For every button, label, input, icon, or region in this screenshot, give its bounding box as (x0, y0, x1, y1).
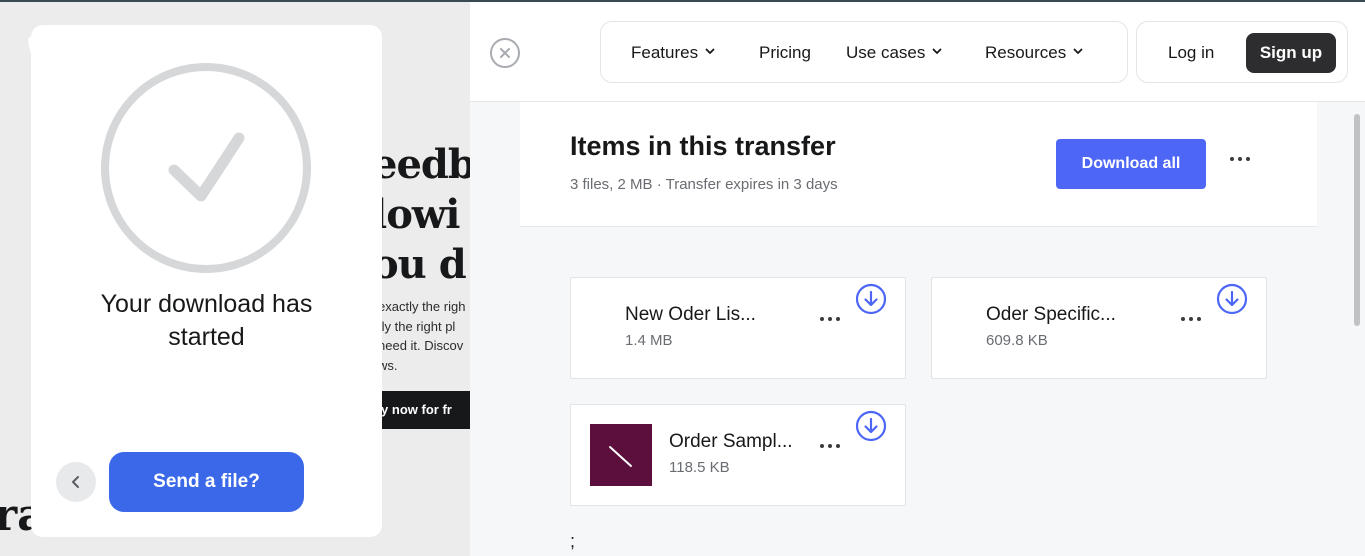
file-size: 1.4 MB (625, 332, 673, 349)
meta-separator: · (656, 176, 666, 193)
close-icon (500, 48, 510, 58)
background-cta-button[interactable]: ry now for fr (372, 391, 470, 429)
more-options-icon[interactable] (1229, 156, 1251, 162)
chevron-down-icon (1073, 48, 1083, 54)
trailing-text: ; (570, 531, 576, 551)
nav-item-pricing[interactable]: Pricing (759, 22, 811, 84)
nav-item-label: Features (631, 43, 699, 62)
download-started-message: Your download has started (31, 288, 382, 354)
file-preview-icon (609, 446, 632, 467)
transfer-expiry: Transfer expires in 3 days (665, 176, 838, 193)
nav-item-label: Pricing (759, 43, 811, 62)
background-body-line: need it. Discov (378, 338, 464, 353)
background-body-text: exactly the righ tly the right pl need i… (378, 297, 465, 375)
transfer-panel: Features Pricing Use cases Resources Log… (470, 2, 1365, 556)
more-options-icon[interactable] (819, 316, 841, 322)
back-button[interactable] (56, 462, 96, 502)
background-headline-line: eedb (372, 141, 470, 188)
nav-item-resources[interactable]: Resources (985, 22, 1083, 84)
file-name: Order Sampl... (669, 431, 793, 452)
background-headline-line: ou d (372, 241, 467, 288)
file-size: 609.8 KB (986, 332, 1048, 349)
login-link[interactable]: Log in (1168, 22, 1214, 84)
chevron-down-icon (932, 48, 942, 54)
download-started-line: Your download has (100, 290, 313, 318)
download-all-button[interactable]: Download all (1056, 139, 1206, 189)
nav-item-features[interactable]: Features (631, 22, 715, 84)
check-circle-icon (101, 63, 311, 273)
file-card[interactable]: Order Sampl... 118.5 KB (570, 404, 906, 506)
file-card[interactable]: Oder Specific... 609.8 KB (931, 277, 1267, 379)
chevron-left-icon (72, 476, 79, 488)
background-body-line: exactly the righ (378, 299, 466, 314)
background-body-line: ws. (378, 357, 398, 373)
file-name: Oder Specific... (986, 304, 1116, 325)
download-icon[interactable] (1216, 283, 1248, 315)
download-status-card: Your download has started Send a file? (31, 25, 382, 537)
file-count: 3 files, 2 MB (570, 176, 653, 193)
signup-button[interactable]: Sign up (1246, 33, 1336, 73)
send-a-file-button[interactable]: Send a file? (109, 452, 304, 512)
file-size: 118.5 KB (669, 459, 730, 476)
top-border (0, 0, 1365, 2)
more-options-icon[interactable] (1180, 316, 1202, 322)
main-nav: Features Pricing Use cases Resources (600, 21, 1128, 83)
more-options-icon[interactable] (819, 443, 841, 449)
download-icon[interactable] (855, 410, 887, 442)
file-card[interactable]: New Oder Lis... 1.4 MB (570, 277, 906, 379)
transfer-title: Items in this transfer (570, 131, 836, 161)
panel-header: Features Pricing Use cases Resources Log… (470, 2, 1365, 102)
nav-item-use-cases[interactable]: Use cases (846, 22, 942, 84)
download-started-line: started (168, 323, 245, 351)
close-button[interactable] (490, 38, 520, 68)
transfer-summary: Items in this transfer 3 files, 2 MB · T… (520, 102, 1317, 227)
background-headline: eedb lowi ou d (372, 140, 470, 290)
auth-nav: Log in Sign up (1136, 21, 1348, 83)
background-headline-line: lowi (372, 191, 461, 238)
file-name: New Oder Lis... (625, 304, 756, 325)
file-thumbnail (590, 424, 652, 486)
background-body-line: tly the right pl (378, 318, 456, 334)
wetransfer-logo[interactable] (28, 34, 82, 71)
nav-item-label: Use cases (846, 43, 926, 62)
panel-scrollbar[interactable] (1354, 114, 1360, 326)
transfer-meta: 3 files, 2 MB · Transfer expires in 3 da… (570, 176, 838, 193)
chevron-down-icon (705, 48, 715, 54)
nav-item-label: Resources (985, 43, 1067, 62)
download-icon[interactable] (855, 283, 887, 315)
